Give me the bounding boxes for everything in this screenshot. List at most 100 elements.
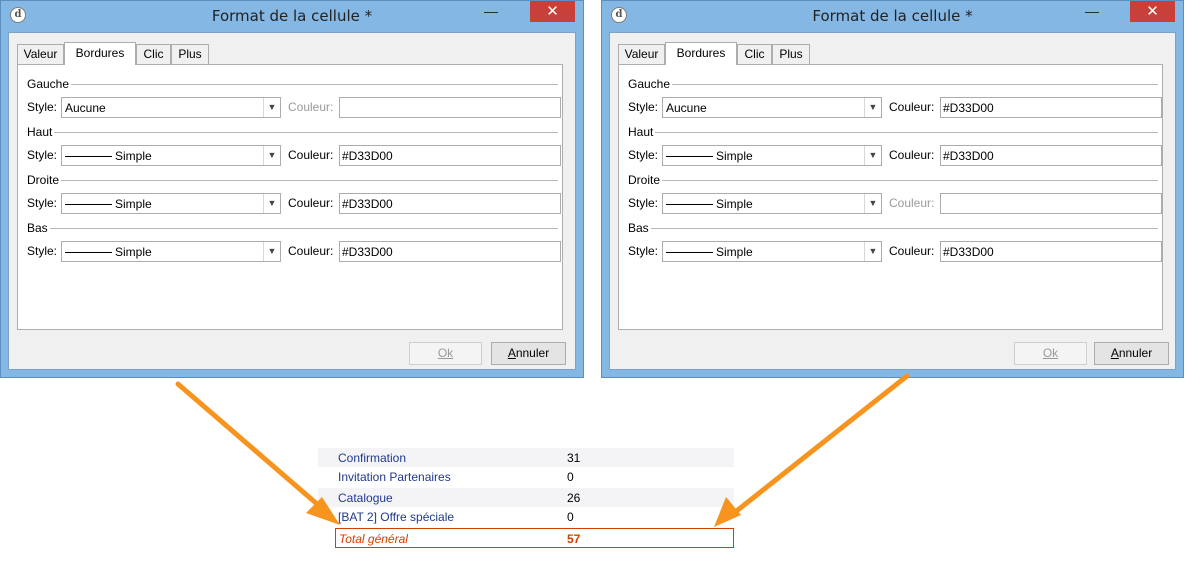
- cancel-label: nnuler: [1118, 346, 1153, 360]
- color-label: Couleur:: [889, 100, 935, 114]
- section-divider: [628, 180, 1158, 181]
- style-label: Style:: [628, 244, 659, 258]
- cancel-button[interactable]: Annuler: [1094, 342, 1169, 365]
- section-heading: Droite: [628, 173, 663, 187]
- row-value: 26: [567, 491, 581, 505]
- cancel-button[interactable]: Annuler: [491, 342, 566, 365]
- section-divider: [628, 228, 1158, 229]
- row-value: 31: [567, 451, 581, 465]
- minimize-button[interactable]: —: [1079, 3, 1105, 23]
- row-name[interactable]: [BAT 2] Offre spéciale: [338, 510, 454, 524]
- style-label: Style:: [27, 148, 58, 162]
- style-select-gauche[interactable]: Aucune ▼: [61, 97, 281, 118]
- chevron-down-icon[interactable]: ▼: [263, 242, 280, 261]
- table-row: [BAT 2] Offre spéciale 0: [318, 507, 734, 526]
- section-heading: Haut: [27, 125, 55, 139]
- tab-clic[interactable]: Clic: [737, 44, 772, 65]
- row-name[interactable]: Invitation Partenaires: [338, 470, 451, 484]
- section-heading: Bas: [628, 221, 651, 235]
- line-sample: [65, 204, 112, 205]
- tab-plus[interactable]: Plus: [772, 44, 810, 65]
- chevron-down-icon[interactable]: ▼: [864, 242, 881, 261]
- color-field-bas[interactable]: #D33D00: [940, 241, 1162, 262]
- tab-clic[interactable]: Clic: [136, 44, 171, 65]
- section-heading: Haut: [628, 125, 656, 139]
- chevron-down-icon[interactable]: ▼: [864, 194, 881, 213]
- section-heading: Bas: [27, 221, 50, 235]
- chevron-down-icon[interactable]: ▼: [864, 98, 881, 117]
- borders-panel: Gauche Style: Aucune ▼ Couleur: Haut Sty…: [17, 64, 563, 330]
- color-field-haut[interactable]: #D33D00: [940, 145, 1162, 166]
- style-select-gauche[interactable]: Aucune ▼: [662, 97, 882, 118]
- table-row: Invitation Partenaires 0: [318, 467, 734, 486]
- section-heading: Gauche: [27, 77, 72, 91]
- style-label: Style:: [628, 148, 659, 162]
- color-field-gauche[interactable]: [339, 97, 561, 118]
- color-label: Couleur:: [889, 244, 935, 258]
- cancel-label-accel: A: [507, 346, 516, 360]
- dialog-client: Valeur Bordures Clic Plus Gauche Style: …: [609, 32, 1176, 370]
- style-value: Simple: [716, 149, 753, 163]
- style-select-droite[interactable]: Simple ▼: [61, 193, 281, 214]
- style-select-droite[interactable]: Simple ▼: [662, 193, 882, 214]
- section-gauche: Gauche: [628, 77, 1158, 91]
- report-table: Confirmation 31 Invitation Partenaires 0…: [318, 448, 734, 548]
- title-bar[interactable]: d Format de la cellule * — ✕: [1, 1, 583, 32]
- tab-valeur[interactable]: Valeur: [17, 44, 64, 65]
- chevron-down-icon[interactable]: ▼: [263, 98, 280, 117]
- section-divider: [628, 132, 1158, 133]
- style-select-haut[interactable]: Simple ▼: [662, 145, 882, 166]
- style-value: Simple: [115, 245, 152, 259]
- color-label: Couleur:: [889, 196, 935, 210]
- color-label: Couleur:: [288, 100, 334, 114]
- style-select-haut[interactable]: Simple ▼: [61, 145, 281, 166]
- style-value: Simple: [716, 197, 753, 211]
- ok-button[interactable]: Ok: [409, 342, 482, 365]
- close-button[interactable]: ✕: [530, 1, 575, 22]
- chevron-down-icon[interactable]: ▼: [263, 146, 280, 165]
- minimize-button[interactable]: —: [478, 3, 504, 23]
- section-droite: Droite: [27, 173, 558, 187]
- row-name[interactable]: Catalogue: [338, 491, 393, 505]
- color-field-droite[interactable]: #D33D00: [339, 193, 561, 214]
- tab-valeur[interactable]: Valeur: [618, 44, 665, 65]
- style-label: Style:: [27, 196, 58, 210]
- row-name[interactable]: Confirmation: [338, 451, 406, 465]
- line-sample: [65, 252, 112, 253]
- tab-bordures[interactable]: Bordures: [665, 42, 737, 65]
- borders-panel: Gauche Style: Aucune ▼ Couleur: #D33D00 …: [618, 64, 1163, 330]
- line-sample: [65, 156, 112, 157]
- arrow-right: [714, 373, 910, 527]
- color-field-gauche[interactable]: #D33D00: [940, 97, 1162, 118]
- style-label: Style:: [628, 196, 659, 210]
- total-label: Total général: [339, 532, 408, 546]
- style-value: Simple: [115, 149, 152, 163]
- section-divider: [628, 84, 1158, 85]
- section-bas: Bas: [628, 221, 1158, 235]
- color-label: Couleur:: [889, 148, 935, 162]
- line-sample: [666, 156, 713, 157]
- color-field-droite[interactable]: [940, 193, 1162, 214]
- chevron-down-icon[interactable]: ▼: [864, 146, 881, 165]
- style-label: Style:: [27, 244, 58, 258]
- format-dialog-left: d Format de la cellule * — ✕ Valeur Bord…: [0, 0, 584, 378]
- section-heading: Gauche: [628, 77, 673, 91]
- tab-bordures[interactable]: Bordures: [64, 42, 136, 65]
- close-button[interactable]: ✕: [1130, 1, 1175, 22]
- dialog-client: Valeur Bordures Clic Plus Gauche Style: …: [8, 32, 576, 370]
- section-divider: [27, 180, 558, 181]
- section-droite: Droite: [628, 173, 1158, 187]
- ok-button[interactable]: Ok: [1014, 342, 1087, 365]
- style-select-bas[interactable]: Simple ▼: [662, 241, 882, 262]
- title-bar[interactable]: d Format de la cellule * — ✕: [602, 1, 1183, 32]
- format-dialog-right: d Format de la cellule * — ✕ Valeur Bord…: [601, 0, 1184, 378]
- style-value: Aucune: [65, 101, 106, 115]
- style-select-bas[interactable]: Simple ▼: [61, 241, 281, 262]
- color-field-bas[interactable]: #D33D00: [339, 241, 561, 262]
- tab-plus[interactable]: Plus: [171, 44, 209, 65]
- color-label: Couleur:: [288, 148, 334, 162]
- chevron-down-icon[interactable]: ▼: [263, 194, 280, 213]
- section-divider: [27, 228, 558, 229]
- row-value: 0: [567, 470, 574, 484]
- color-field-haut[interactable]: #D33D00: [339, 145, 561, 166]
